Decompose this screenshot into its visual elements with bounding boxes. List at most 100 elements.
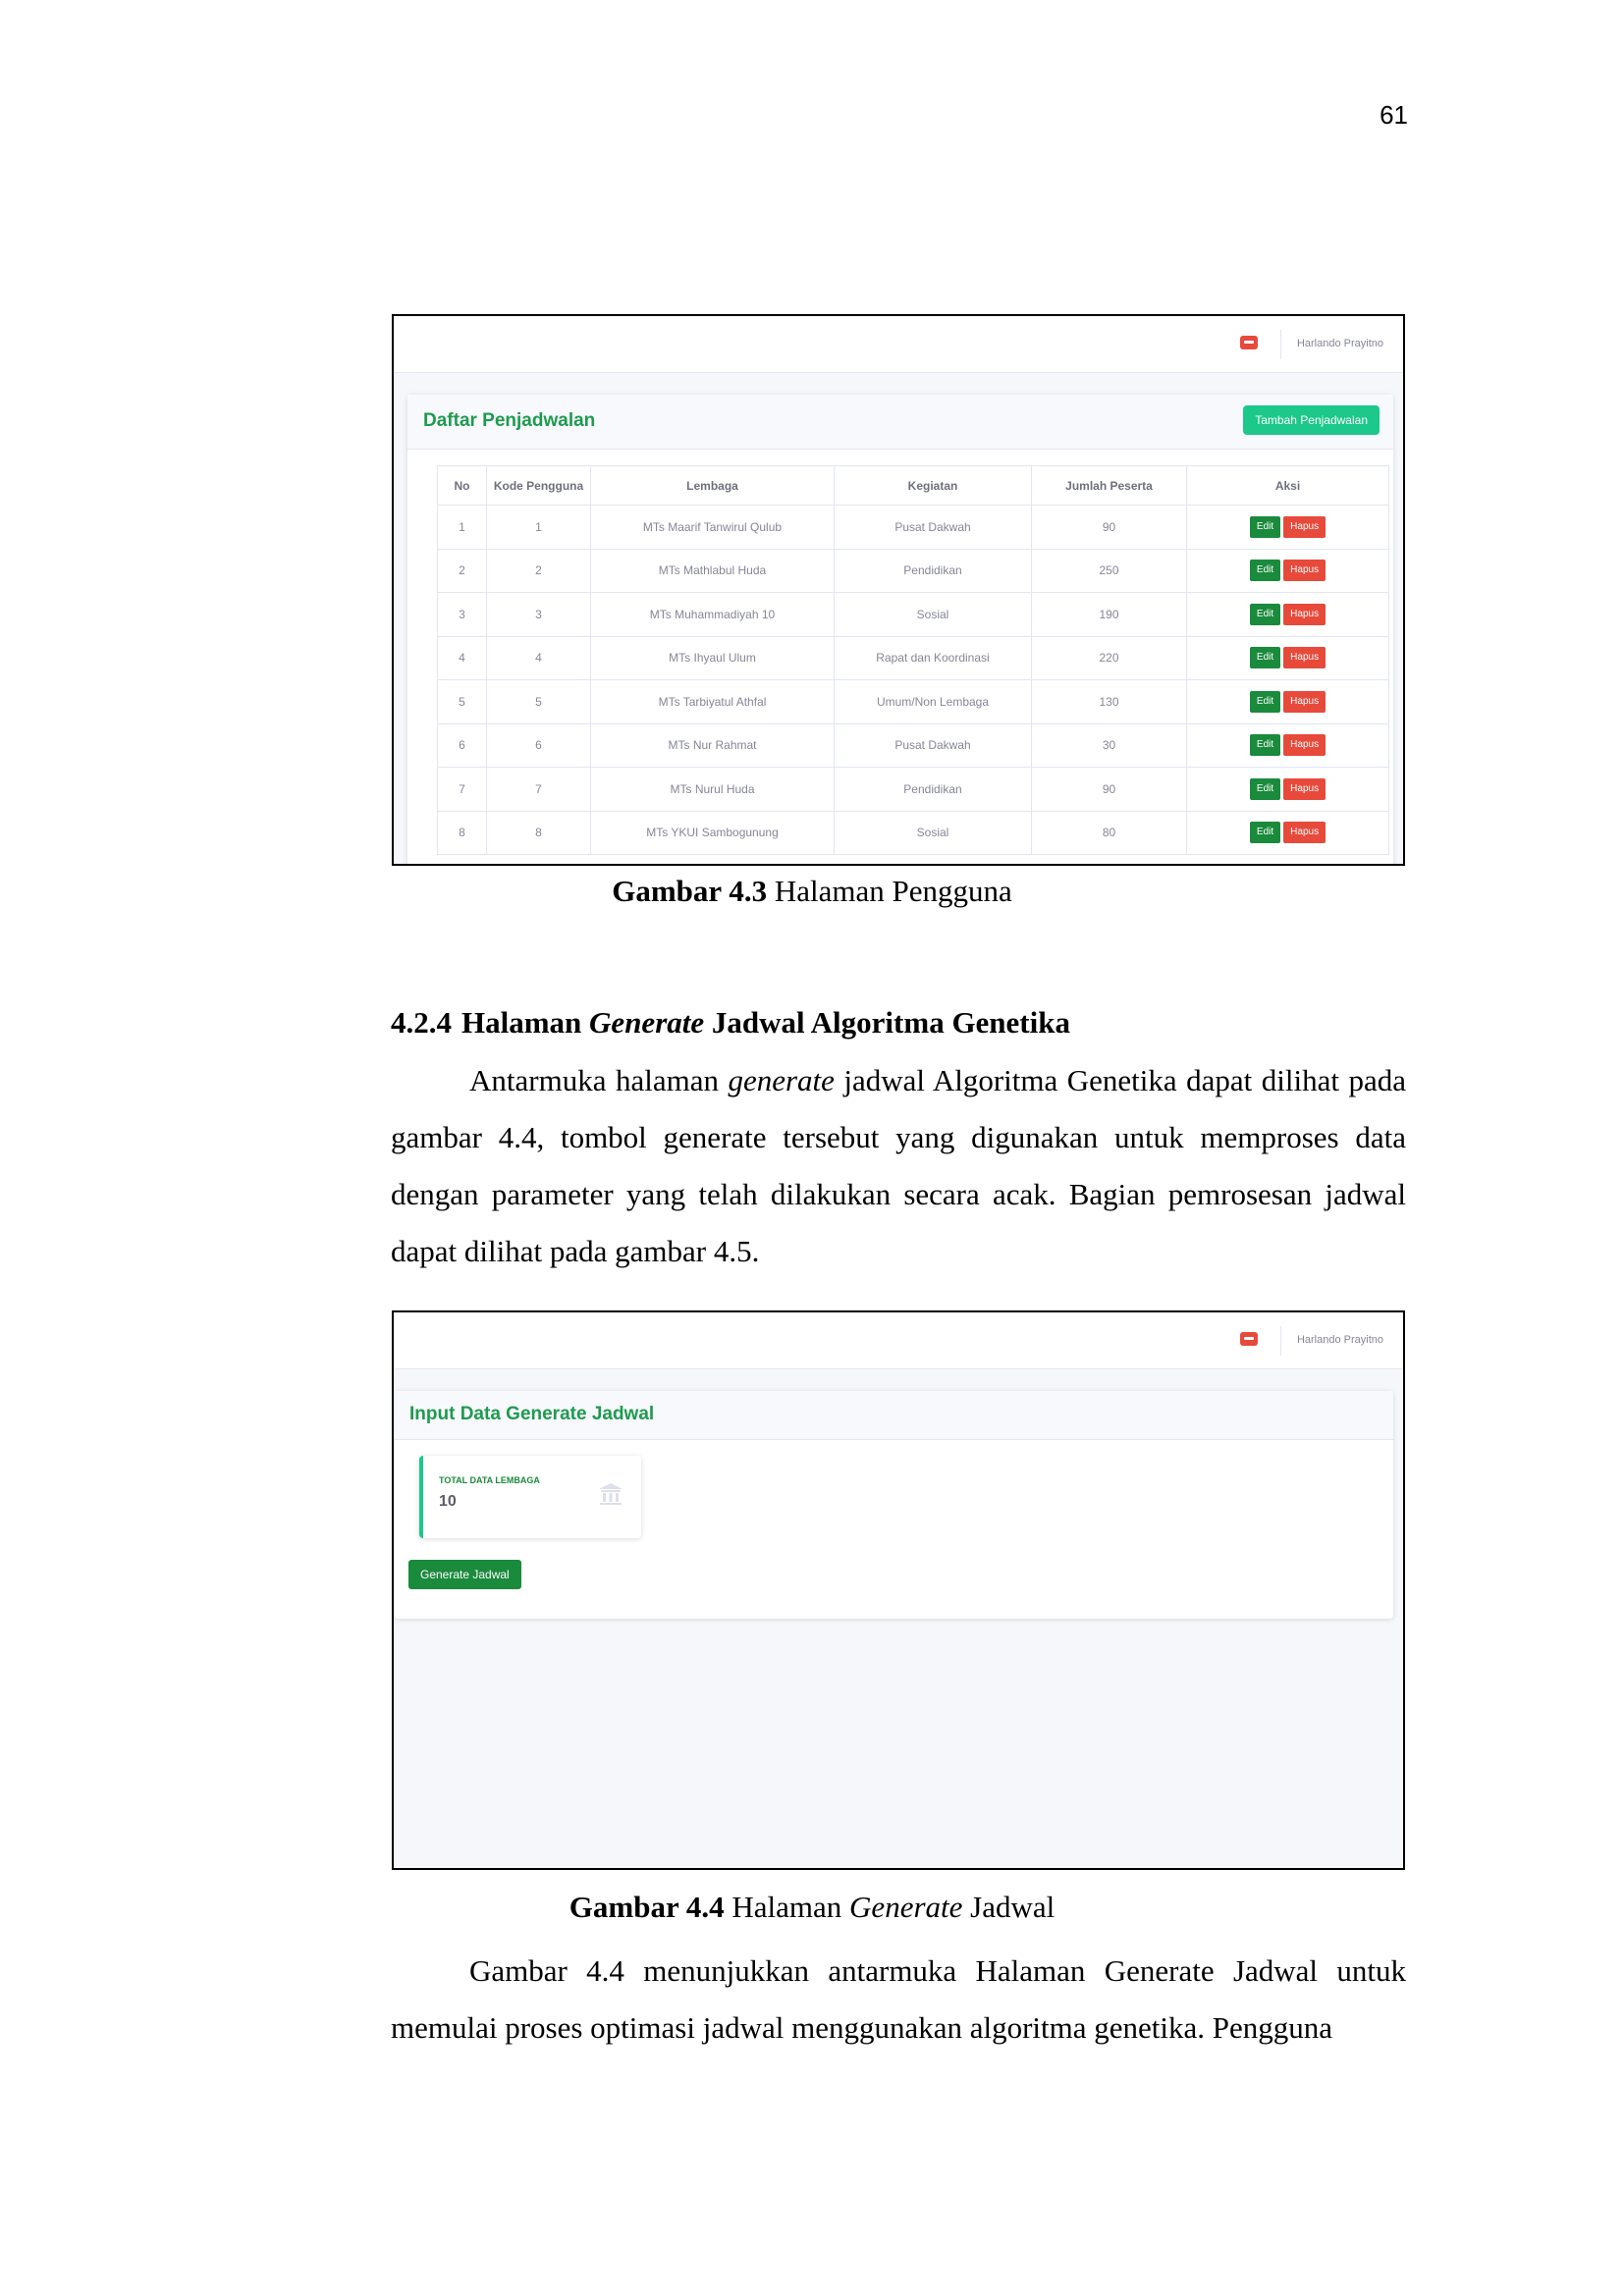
- institution-icon: [599, 1483, 623, 1505]
- table-row: 8 8 MTs YKUI Sambogunung Sosial 80 Edit Hapus: [437, 810, 1389, 855]
- table-cell: Umum/Non Lembaga: [834, 679, 1032, 724]
- table-row: 4 4 MTs Ihyaul Ulum Rapat dan Koordinasi 220…: [437, 635, 1389, 680]
- table-cell: MTs Muhammadiyah 10: [590, 592, 835, 637]
- card-header: Daftar Penjadwalan Tambah Penjadwalan: [407, 395, 1393, 450]
- table-row: 3 3 MTs Muhammadiyah 10 Sosial 190 Edit Hapus: [437, 592, 1389, 637]
- column-header: No: [437, 465, 487, 506]
- edit-button[interactable]: Edit: [1249, 777, 1281, 800]
- caption-text-italic: Generate: [849, 1890, 963, 1924]
- section-title-pre: Halaman: [461, 1005, 590, 1040]
- table-cell: 8: [437, 810, 487, 855]
- caption-label: Gambar 4.3: [612, 874, 768, 908]
- action-cell: Edit Hapus: [1186, 635, 1389, 680]
- table-cell: MTs YKUI Sambogunung: [590, 810, 835, 855]
- table-cell: 2: [486, 548, 591, 593]
- caption-text: Halaman Pengguna: [767, 874, 1012, 908]
- table-row: 2 2 MTs Mathlabul Huda Pendidikan 250 Edit Hap…: [437, 548, 1389, 593]
- action-cell: Edit Hapus: [1186, 767, 1389, 812]
- action-cell: Edit Hapus: [1186, 810, 1389, 855]
- action-cell: Edit Hapus: [1186, 679, 1389, 724]
- table-cell: Pusat Dakwah: [834, 722, 1032, 768]
- table-row: 7 7 MTs Nurul Huda Pendidikan 90 Edit Hapus: [437, 767, 1389, 812]
- card-title: Daftar Penjadwalan: [423, 410, 596, 431]
- table-cell: 90: [1031, 505, 1187, 550]
- column-header: Kode Pengguna: [486, 465, 591, 506]
- figure-caption-2: Gambar 4.4 Halaman Generate Jadwal: [0, 1890, 1624, 1925]
- total-institution-stat: TOTAL DATA LEMBAGA 10: [419, 1456, 641, 1538]
- section-number: 4.2.4: [391, 1005, 452, 1040]
- paragraph-1-part1: Antarmuka halaman: [469, 1063, 729, 1097]
- column-header: Aksi: [1186, 465, 1389, 506]
- table-cell: 130: [1031, 679, 1187, 724]
- caption-text-pre: Halaman: [724, 1890, 850, 1924]
- topbar-divider: [1280, 1326, 1281, 1356]
- edit-button[interactable]: Edit: [1249, 515, 1281, 538]
- delete-button[interactable]: Hapus: [1283, 647, 1326, 669]
- section-heading: 4.2.4 Halaman Generate Jadwal Algoritma G…: [391, 1005, 1070, 1041]
- caption-label: Gambar 4.4: [568, 1890, 725, 1924]
- table-cell: 4: [437, 635, 487, 680]
- column-header: Kegiatan: [834, 465, 1032, 506]
- column-header: Jumlah Peserta: [1031, 465, 1187, 506]
- table-cell: MTs Tarbiyatul Athfal: [590, 679, 835, 724]
- figure-caption-1: Gambar 4.3 Halaman Pengguna: [0, 874, 1624, 909]
- table-row: 1 1 MTs Maarif Tanwirul Qulub Pusat Dakwah 9…: [437, 505, 1389, 550]
- action-cell: Edit Hapus: [1186, 505, 1389, 550]
- table-cell: Rapat dan Koordinasi: [834, 635, 1032, 680]
- table-cell: 5: [437, 679, 487, 724]
- delete-button[interactable]: Hapus: [1283, 822, 1326, 844]
- generate-card: Input Data Generate Jadwal TOTAL DATA LE…: [394, 1391, 1393, 1619]
- table-cell: Pendidikan: [834, 767, 1032, 812]
- card-header: Input Data Generate Jadwal: [394, 1391, 1393, 1440]
- delete-button[interactable]: Hapus: [1283, 690, 1326, 713]
- table-cell: 6: [486, 722, 591, 768]
- topbar: Harlando Prayitno: [394, 316, 1403, 373]
- figure-schedule-list: Harlando Prayitno Daftar Penjadwalan Tam…: [392, 314, 1405, 866]
- user-name[interactable]: Harlando Prayitno: [1297, 338, 1383, 349]
- table-cell: 8: [486, 810, 591, 855]
- paragraph-1-italic: generate: [728, 1063, 835, 1097]
- table-cell: MTs Maarif Tanwirul Qulub: [590, 505, 835, 550]
- table-cell: 1: [437, 505, 487, 550]
- edit-button[interactable]: Edit: [1249, 734, 1281, 757]
- delete-button[interactable]: Hapus: [1283, 777, 1326, 800]
- edit-button[interactable]: Edit: [1249, 603, 1281, 625]
- table-cell: Sosial: [834, 810, 1032, 855]
- paragraph-1: Antarmuka halaman generate jadwal Algori…: [391, 1052, 1406, 1280]
- delete-button[interactable]: Hapus: [1283, 515, 1326, 538]
- delete-button[interactable]: Hapus: [1283, 603, 1326, 625]
- edit-button[interactable]: Edit: [1249, 647, 1281, 669]
- user-name[interactable]: Harlando Prayitno: [1297, 1334, 1383, 1346]
- topbar: Harlando Prayitno: [394, 1312, 1403, 1369]
- caption-text-post: Jadwal: [962, 1890, 1056, 1924]
- delete-button[interactable]: Hapus: [1283, 734, 1326, 757]
- table-cell: 80: [1031, 810, 1187, 855]
- action-cell: Edit Hapus: [1186, 592, 1389, 637]
- table-header-row: No Kode Pengguna Lembaga Kegiatan Jumlah Pes…: [437, 465, 1389, 506]
- section-title-post: Jadwal Algoritma Genetika: [704, 1005, 1070, 1040]
- table-cell: 7: [437, 767, 487, 812]
- edit-button[interactable]: Edit: [1249, 690, 1281, 713]
- topbar-divider: [1280, 330, 1281, 359]
- paragraph-2: Gambar 4.4 menunjukkan antarmuka Halaman…: [391, 1943, 1406, 2056]
- table-cell: MTs Ihyaul Ulum: [590, 635, 835, 680]
- table-cell: 6: [437, 722, 487, 768]
- table-cell: MTs Nurul Huda: [590, 767, 835, 812]
- table-row: 5 5 MTs Tarbiyatul Athfal Umum/Non Lembaga 1…: [437, 679, 1389, 724]
- delete-button[interactable]: Hapus: [1283, 560, 1326, 582]
- edit-button[interactable]: Edit: [1249, 560, 1281, 582]
- table-cell: 90: [1031, 767, 1187, 812]
- table-cell: 220: [1031, 635, 1187, 680]
- table-cell: 30: [1031, 722, 1187, 768]
- table-cell: Pusat Dakwah: [834, 505, 1032, 550]
- edit-button[interactable]: Edit: [1249, 822, 1281, 844]
- table-cell: 3: [486, 592, 591, 637]
- table-cell: 4: [486, 635, 591, 680]
- bell-icon[interactable]: [1240, 1332, 1258, 1346]
- table-cell: 7: [486, 767, 591, 812]
- card-title: Input Data Generate Jadwal: [409, 1404, 655, 1424]
- add-schedule-button[interactable]: Tambah Penjadwalan: [1243, 405, 1380, 435]
- generate-schedule-button[interactable]: Generate Jadwal: [408, 1560, 521, 1589]
- bell-icon[interactable]: [1240, 336, 1258, 349]
- schedule-card: Daftar Penjadwalan Tambah Penjadwalan No…: [407, 395, 1393, 864]
